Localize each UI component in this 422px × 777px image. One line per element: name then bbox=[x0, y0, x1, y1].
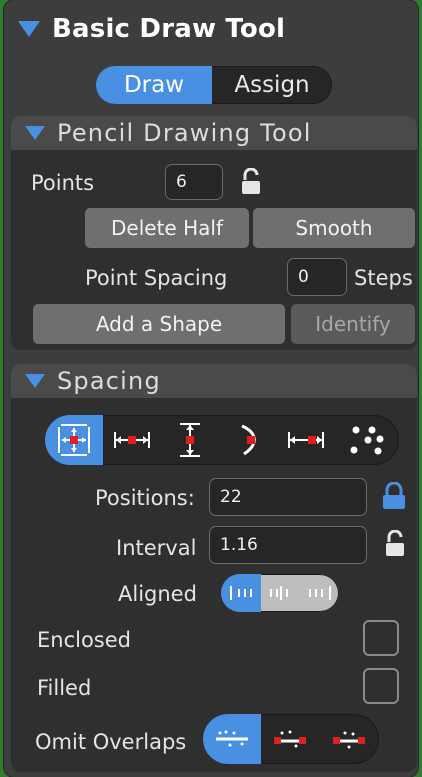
tab-assign[interactable]: Assign bbox=[212, 66, 332, 104]
curve-spacing-icon bbox=[241, 424, 256, 456]
smooth-button[interactable]: Smooth bbox=[253, 208, 415, 248]
enclosed-label: Enclosed bbox=[37, 628, 131, 652]
mode-toggle: Draw Assign bbox=[96, 66, 332, 104]
curve-spacing-option[interactable] bbox=[219, 415, 277, 465]
aligned-label: Aligned bbox=[118, 582, 197, 606]
overlap-full-icon bbox=[333, 731, 365, 749]
overlap-off-icon bbox=[216, 730, 248, 747]
collapse-triangle-icon[interactable] bbox=[18, 21, 40, 37]
pencil-section-header[interactable]: Pencil Drawing Tool bbox=[11, 116, 417, 150]
fill-both-axes-option[interactable] bbox=[45, 415, 103, 465]
interval-input[interactable]: 1.16 bbox=[209, 526, 367, 564]
unlocked-padlock-icon[interactable] bbox=[239, 168, 263, 196]
steps-label: Steps bbox=[354, 266, 413, 290]
delete-half-button[interactable]: Delete Half bbox=[85, 208, 249, 248]
omit-overlaps-option-2[interactable] bbox=[261, 714, 319, 764]
points-input[interactable]: 6 bbox=[165, 164, 223, 200]
omit-overlaps-selector bbox=[203, 714, 379, 764]
panel-title: Basic Draw Tool bbox=[52, 14, 286, 44]
spacing-section-header[interactable]: Spacing bbox=[11, 364, 417, 398]
omit-overlaps-option-1[interactable] bbox=[203, 714, 261, 764]
add-shape-button[interactable]: Add a Shape bbox=[33, 304, 285, 344]
spacing-mode-selector bbox=[45, 415, 399, 465]
point-spacing-input[interactable]: 0 bbox=[287, 258, 347, 296]
identify-button[interactable]: Identify bbox=[291, 304, 415, 344]
panel-header[interactable]: Basic Draw Tool bbox=[18, 14, 285, 44]
aligned-option-left[interactable] bbox=[221, 574, 261, 612]
collapse-triangle-icon[interactable] bbox=[25, 374, 45, 388]
omit-overlaps-option-3[interactable] bbox=[319, 714, 379, 764]
scatter-dots-icon bbox=[350, 426, 384, 455]
aligned-bars-icon bbox=[230, 586, 252, 600]
pencil-section-title: Pencil Drawing Tool bbox=[57, 119, 312, 147]
unlocked-padlock-icon[interactable] bbox=[383, 530, 407, 558]
points-label: Points bbox=[31, 171, 95, 195]
point-spacing-label: Point Spacing bbox=[85, 266, 228, 290]
aligned-toggle bbox=[221, 574, 339, 612]
centered-bars-icon bbox=[270, 586, 288, 600]
fill-both-axes-icon bbox=[58, 424, 90, 456]
positions-label: Positions: bbox=[95, 486, 195, 510]
positions-input[interactable]: 22 bbox=[209, 478, 367, 516]
aligned-option-right[interactable] bbox=[301, 574, 339, 612]
spacing-section-title: Spacing bbox=[57, 367, 161, 395]
collapse-triangle-icon[interactable] bbox=[25, 126, 45, 140]
enclosed-checkbox[interactable] bbox=[363, 620, 399, 656]
tab-draw[interactable]: Draw bbox=[96, 66, 212, 104]
filled-label: Filled bbox=[37, 676, 92, 700]
pencil-drawing-section: Pencil Drawing Tool Points 6 Delete Half… bbox=[11, 116, 417, 350]
spacing-section: Spacing Positions: 22 Interval 1.16 Alig… bbox=[11, 364, 417, 772]
vertical-spacing-option[interactable] bbox=[161, 415, 219, 465]
right-bars-icon bbox=[309, 586, 331, 600]
interval-label: Interval bbox=[116, 536, 197, 560]
omit-overlaps-label: Omit Overlaps bbox=[35, 730, 187, 754]
vertical-spacing-icon bbox=[180, 423, 200, 457]
horizontal-edge-spacing-option[interactable] bbox=[277, 415, 335, 465]
horizontal-edge-spacing-icon bbox=[288, 432, 324, 448]
overlap-partial-icon bbox=[274, 730, 306, 748]
filled-checkbox[interactable] bbox=[363, 668, 399, 704]
locked-padlock-icon[interactable] bbox=[381, 482, 407, 510]
horizontal-spacing-option[interactable] bbox=[103, 415, 161, 465]
horizontal-spacing-icon bbox=[114, 432, 150, 448]
scatter-dots-option[interactable] bbox=[335, 415, 399, 465]
basic-draw-tool-panel: Basic Draw Tool Draw Assign Pencil Drawi… bbox=[4, 0, 418, 777]
aligned-option-center[interactable] bbox=[261, 574, 301, 612]
